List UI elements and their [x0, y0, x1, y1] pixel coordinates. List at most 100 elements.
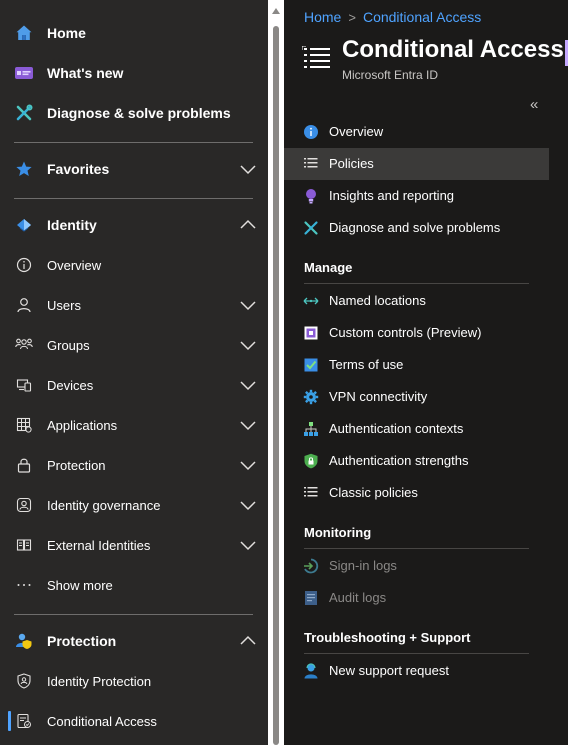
nav-label: Show more: [47, 577, 113, 593]
checklist-icon: [303, 357, 319, 373]
nav-label: Devices: [47, 377, 94, 393]
nav-item-identity-overview[interactable]: Overview: [0, 245, 268, 285]
menu-item-overview[interactable]: Overview: [284, 116, 549, 148]
menu-item-new-support-request[interactable]: New support request: [284, 655, 549, 687]
menu-item-named-locations[interactable]: Named locations: [284, 285, 549, 317]
menu-item-classic-policies[interactable]: Classic policies: [284, 477, 549, 509]
section-heading-manage: Manage: [304, 260, 353, 275]
menu-label: Authentication strengths: [329, 453, 469, 468]
menu-item-authentication-contexts[interactable]: Authentication contexts: [284, 413, 549, 445]
menu-item-diagnose[interactable]: Diagnose and solve problems: [284, 212, 549, 244]
home-icon: [14, 23, 34, 43]
devices-icon: [14, 375, 34, 395]
external-identities-icon: [14, 535, 34, 555]
chevron-down-icon[interactable]: [238, 377, 258, 393]
section-divider: [304, 548, 529, 549]
menu-item-policies[interactable]: Policies: [284, 148, 549, 180]
nav-label: External Identities: [47, 537, 151, 553]
wrench-icon: [14, 103, 34, 123]
nav-item-conditional-access[interactable]: Conditional Access: [0, 701, 268, 741]
left-navigation: Home What's new Diagnose & solve problem…: [0, 0, 268, 745]
menu-label: Custom controls (Preview): [329, 325, 482, 340]
identity-icon: [14, 215, 34, 235]
nav-item-whats-new[interactable]: What's new: [0, 53, 268, 93]
sign-in-icon: [303, 558, 319, 574]
collapse-menu-button[interactable]: «: [530, 96, 544, 113]
nav-item-users[interactable]: Users: [0, 285, 268, 325]
nav-item-identity-governance[interactable]: Identity governance: [0, 485, 268, 525]
nav-label: Overview: [47, 257, 102, 273]
nav-label: Identity governance: [47, 497, 161, 513]
menu-label: Audit logs: [329, 590, 387, 605]
protection-icon: [14, 631, 34, 651]
lock-icon: [14, 455, 34, 475]
nav-item-diagnose[interactable]: Diagnose & solve problems: [0, 93, 268, 133]
audit-log-icon: [303, 590, 319, 606]
section-divider: [304, 283, 529, 284]
nav-item-favorites[interactable]: Favorites: [0, 149, 268, 189]
user-icon: [14, 295, 34, 315]
breadcrumb-link-conditional-access[interactable]: Conditional Access: [363, 9, 481, 25]
nav-label: Protection: [47, 633, 117, 649]
chevron-up-icon[interactable]: [238, 633, 258, 649]
menu-item-insights[interactable]: Insights and reporting: [284, 180, 549, 212]
nav-item-home[interactable]: Home: [0, 13, 268, 53]
conditional-access-blade: Home > Conditional Access Conditional Acce…: [284, 0, 568, 745]
chevron-down-icon[interactable]: [238, 161, 258, 177]
nav-item-protection-sub[interactable]: Protection: [0, 445, 268, 485]
nav-label: Identity: [47, 217, 97, 233]
nav-divider: [14, 614, 253, 615]
chevron-down-icon[interactable]: [238, 417, 258, 433]
nav-item-identity[interactable]: Identity: [0, 205, 268, 245]
nav-item-groups[interactable]: Groups: [0, 325, 268, 365]
page-title: Conditional Access |: [342, 36, 568, 63]
nav-label: Users: [47, 297, 81, 313]
scroll-up-arrow-icon[interactable]: [271, 3, 281, 14]
nav-item-applications[interactable]: Applications: [0, 405, 268, 445]
menu-label: Sign-in logs: [329, 558, 397, 573]
nav-label: Groups: [47, 337, 90, 353]
chevron-down-icon[interactable]: [238, 337, 258, 353]
section-heading-monitoring: Monitoring: [304, 525, 372, 540]
menu-item-sign-in-logs[interactable]: Sign-in logs: [284, 550, 549, 582]
menu-label: Terms of use: [329, 357, 404, 372]
nav-divider: [14, 142, 253, 143]
menu-label: New support request: [329, 663, 449, 678]
portal-window: Home What's new Diagnose & solve problem…: [0, 0, 568, 745]
ellipsis-icon: [14, 575, 34, 595]
nav-item-external-identities[interactable]: External Identities: [0, 525, 268, 565]
governance-icon: [14, 495, 34, 515]
chevron-down-icon[interactable]: [238, 297, 258, 313]
breadcrumb: Home > Conditional Access: [304, 9, 481, 25]
nav-label: Protection: [47, 457, 106, 473]
policy-list-icon: [301, 45, 334, 72]
nav-label: Identity Protection: [47, 673, 152, 689]
chevron-down-icon[interactable]: [238, 497, 258, 513]
nav-label: Favorites: [47, 161, 110, 177]
double-chevron-left-icon: «: [530, 96, 539, 113]
chevron-down-icon[interactable]: [238, 537, 258, 553]
menu-item-custom-controls[interactable]: Custom controls (Preview): [284, 317, 549, 349]
chevron-up-icon[interactable]: [238, 217, 258, 233]
info-icon: [14, 255, 34, 275]
groups-icon: [14, 335, 34, 355]
nav-scrollbar-thumb[interactable]: [273, 26, 279, 745]
nav-label: Applications: [47, 417, 118, 433]
menu-label: Diagnose and solve problems: [329, 220, 501, 235]
menu-label: Overview: [329, 124, 384, 139]
section-divider: [304, 653, 529, 654]
shield-icon: [14, 671, 34, 691]
menu-item-audit-logs[interactable]: Audit logs: [284, 582, 549, 614]
nav-item-identity-protection[interactable]: Identity Protection: [0, 661, 268, 701]
chevron-down-icon[interactable]: [238, 457, 258, 473]
menu-item-terms-of-use[interactable]: Terms of use: [284, 349, 549, 381]
menu-item-authentication-strengths[interactable]: Authentication strengths: [284, 445, 549, 477]
menu-label: VPN connectivity: [329, 389, 428, 404]
page-subtitle: Microsoft Entra ID: [342, 68, 439, 82]
menu-item-vpn-connectivity[interactable]: VPN connectivity: [284, 381, 549, 413]
nav-item-protection[interactable]: Protection: [0, 621, 268, 661]
nav-item-devices[interactable]: Devices: [0, 365, 268, 405]
list-icon: [303, 485, 319, 501]
breadcrumb-link-home[interactable]: Home: [304, 9, 341, 25]
nav-item-show-more[interactable]: Show more: [0, 565, 268, 605]
